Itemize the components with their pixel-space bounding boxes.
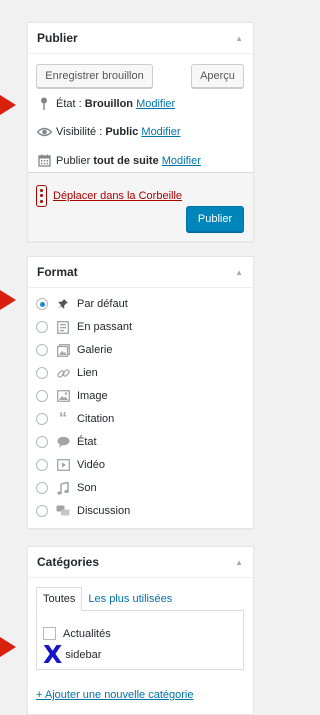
publish-actions: Déplacer dans la Corbeille Publier xyxy=(28,172,253,241)
visibility-value: Public xyxy=(105,126,139,138)
edit-schedule-link[interactable]: Modifier xyxy=(162,155,201,167)
image-icon xyxy=(56,389,70,403)
category-item: X sidebar xyxy=(43,640,102,669)
publish-button[interactable]: Publier xyxy=(186,206,244,232)
format-option-label: En passant xyxy=(77,321,133,333)
move-to-trash-label: Déplacer dans la Corbeille xyxy=(53,190,183,202)
collapse-toggle-icon[interactable]: ▲ xyxy=(235,268,243,277)
schedule-value: tout de suite xyxy=(93,154,159,167)
format-option-image[interactable]: Image xyxy=(36,388,108,404)
format-radio[interactable] xyxy=(36,482,48,494)
format-radio[interactable] xyxy=(36,344,48,356)
format-option-link[interactable]: Lien xyxy=(36,365,98,381)
format-box-title: Format xyxy=(37,265,78,279)
format-option-label: Son xyxy=(77,482,97,494)
cross-mark-icon: X xyxy=(43,640,63,669)
category-tabs: Toutes Les plus utilisées xyxy=(36,587,178,611)
audio-icon xyxy=(56,481,70,495)
format-radio[interactable] xyxy=(36,321,48,333)
categories-box-header[interactable]: Catégories ▲ xyxy=(28,547,253,578)
quote-icon: “ xyxy=(59,410,67,427)
visibility-row: Visibilité : Public Modifier xyxy=(36,126,181,138)
category-checklist: Actualités X sidebar xyxy=(36,610,244,670)
link-icon xyxy=(56,366,70,380)
edit-visibility-link[interactable]: Modifier xyxy=(141,126,180,138)
format-box: Format ▲ Par défaut En passant Galerie L… xyxy=(27,256,254,529)
format-option-status[interactable]: État xyxy=(36,434,97,450)
red-arrow-marker xyxy=(0,95,16,115)
category-label: Actualités xyxy=(63,627,111,640)
format-option-quote[interactable]: “ Citation xyxy=(36,411,114,427)
aside-icon xyxy=(56,320,70,334)
format-option-chat[interactable]: Discussion xyxy=(36,503,130,519)
format-option-aside[interactable]: En passant xyxy=(36,319,132,335)
edit-status-link[interactable]: Modifier xyxy=(136,98,175,110)
format-radio[interactable] xyxy=(36,459,48,471)
pin-icon xyxy=(56,297,70,311)
category-checkbox[interactable] xyxy=(43,627,56,640)
pin-icon xyxy=(36,97,52,110)
format-radio[interactable] xyxy=(36,436,48,448)
status-value: Brouillon xyxy=(84,97,134,110)
format-option-label: Vidéo xyxy=(77,459,105,471)
chat-icon xyxy=(56,504,70,518)
format-option-standard[interactable]: Par défaut xyxy=(36,296,128,312)
status-row: État : Brouillon Modifier xyxy=(36,97,175,110)
move-to-trash-link[interactable]: Déplacer dans la Corbeille xyxy=(36,185,182,207)
format-option-label: Par défaut xyxy=(77,298,128,310)
collapse-toggle-icon[interactable]: ▲ xyxy=(235,558,243,567)
schedule-row: Publier tout de suite Modifier xyxy=(36,154,201,167)
category-label: sidebar xyxy=(65,649,102,661)
add-new-category-link[interactable]: + Ajouter une nouvelle catégorie xyxy=(36,689,193,701)
schedule-label: Publier xyxy=(56,154,91,167)
publish-box: Publier ▲ Enregistrer brouillon Aperçu É… xyxy=(27,22,254,242)
status-icon xyxy=(56,435,70,449)
tab-most-used[interactable]: Les plus utilisées xyxy=(82,587,178,611)
format-option-label: Galerie xyxy=(77,344,113,356)
preview-button[interactable]: Aperçu xyxy=(191,64,244,88)
format-option-audio[interactable]: Son xyxy=(36,480,97,496)
format-option-gallery[interactable]: Galerie xyxy=(36,342,112,358)
publish-box-header[interactable]: Publier ▲ xyxy=(28,23,253,54)
format-radio[interactable] xyxy=(36,298,48,310)
save-draft-button[interactable]: Enregistrer brouillon xyxy=(36,64,153,88)
categories-box: Catégories ▲ Toutes Les plus utilisées A… xyxy=(27,546,254,715)
format-option-label: Lien xyxy=(77,367,98,379)
format-option-label: Image xyxy=(77,390,108,402)
publish-box-title: Publier xyxy=(37,31,78,45)
format-option-video[interactable]: Vidéo xyxy=(36,457,105,473)
red-arrow-marker xyxy=(0,290,16,310)
collapse-toggle-icon[interactable]: ▲ xyxy=(235,34,243,43)
format-option-label: Discussion xyxy=(77,505,131,517)
visibility-label: Visibilité : xyxy=(56,126,103,138)
category-item: Actualités xyxy=(43,627,111,640)
format-radio[interactable] xyxy=(36,413,48,425)
video-icon xyxy=(56,458,70,472)
status-label: État : xyxy=(56,97,82,110)
trash-icon xyxy=(36,185,47,207)
tab-all-categories[interactable]: Toutes xyxy=(36,587,83,611)
categories-box-title: Catégories xyxy=(37,555,100,569)
format-option-label: Citation xyxy=(77,413,115,425)
eye-icon xyxy=(36,127,52,137)
format-radio[interactable] xyxy=(36,390,48,402)
calendar-icon xyxy=(36,154,52,167)
format-box-header[interactable]: Format ▲ xyxy=(28,257,253,288)
format-option-label: État xyxy=(77,436,97,448)
format-radio[interactable] xyxy=(36,505,48,517)
format-radio[interactable] xyxy=(36,367,48,379)
gallery-icon xyxy=(56,343,70,357)
red-arrow-marker xyxy=(0,637,16,657)
